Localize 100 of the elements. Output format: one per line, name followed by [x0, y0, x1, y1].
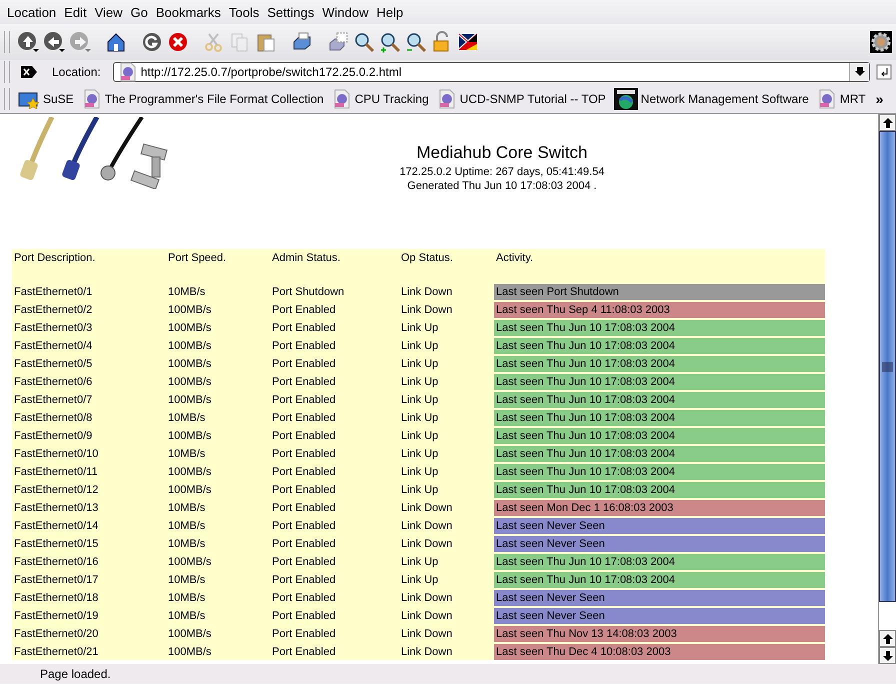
column-header: Port Description. — [13, 251, 96, 266]
menu-item[interactable]: Window — [318, 4, 372, 20]
scrollbar-thumb[interactable] — [879, 131, 896, 602]
flag-icon — [457, 31, 479, 53]
table-cell-text: FastEthernet0/14 — [13, 519, 100, 534]
url-field[interactable]: http://172.25.0.7/portprobe/switch172.25.0.2.html — [112, 62, 870, 82]
stop-icon — [167, 31, 189, 53]
table-cell-text: Port Enabled — [271, 357, 337, 372]
back-icon — [43, 31, 65, 53]
activity-cell: Last seen Thu Jun 10 17:08:03 2004 — [494, 554, 825, 570]
table-cell-text: FastEthernet0/6 — [13, 375, 94, 390]
bookmark-link[interactable]: The Programmer's File Format Collection — [82, 88, 324, 108]
table-cell-text: 100MB/s — [167, 627, 212, 642]
more-bookmarks-button[interactable]: » — [874, 90, 886, 106]
table-cell-text: FastEthernet0/2 — [13, 303, 94, 318]
column-header: Activity. — [495, 251, 534, 266]
table-cell-text: FastEthernet0/17 — [13, 573, 100, 588]
print-preview-icon — [327, 31, 349, 53]
table-cell-text: Link Up — [400, 393, 440, 408]
table-cell-text: 100MB/s — [167, 429, 212, 444]
column-header: Op Status. — [400, 251, 454, 266]
bookmark-link[interactable]: Network Management Software — [614, 88, 809, 110]
table-cell-text: FastEthernet0/16 — [13, 555, 100, 570]
home-icon — [105, 31, 127, 53]
table-cell-text: Port Enabled — [271, 645, 337, 660]
table-cell-text: Link Down — [400, 591, 454, 606]
table-cell-text: Port Enabled — [271, 537, 337, 552]
column-header: Port Speed. — [167, 251, 228, 266]
table-cell-text: FastEthernet0/15 — [13, 537, 100, 552]
table-cell-text: 100MB/s — [167, 393, 212, 408]
table-cell-text: Link Up — [400, 483, 440, 498]
menu-item[interactable]: Bookmarks — [152, 4, 225, 20]
table-cell-text: FastEthernet0/12 — [13, 483, 100, 498]
dropdown-button[interactable] — [849, 63, 869, 81]
bookmark-link[interactable]: UCD-SNMP Tutorial -- TOP — [436, 88, 606, 108]
activity-cell: Last seen Thu Jun 10 17:08:03 2004 — [494, 320, 825, 336]
table-cell-text: 10MB/s — [167, 537, 206, 552]
document-globe-icon — [82, 88, 102, 108]
menu-item[interactable]: Tools — [224, 4, 264, 20]
bookmark-link[interactable]: CPU Tracking — [332, 88, 429, 108]
table-cell-text: Port Enabled — [271, 465, 337, 480]
table-cell-text: 10MB/s — [167, 285, 206, 300]
menu-item[interactable]: Location — [3, 4, 60, 20]
table-cell-text: Link Up — [400, 573, 440, 588]
menu-item[interactable]: Settings — [263, 4, 318, 20]
scroll-up-button[interactable] — [879, 114, 896, 131]
uptime-text: 172.25.0.2 Uptime: 267 days, 05:41:49.54 — [400, 165, 604, 179]
forward-icon — [69, 31, 91, 53]
table-cell-text: Port Enabled — [271, 339, 337, 354]
go-icon[interactable] — [876, 64, 892, 80]
scroll-down-button[interactable] — [879, 647, 896, 664]
table-cell-text: Link Down — [400, 645, 454, 660]
activity-cell: Last seen Thu Jun 10 17:08:03 2004 — [494, 446, 825, 462]
activity-cell: Last seen Mon Dec 1 16:08:03 2003 — [494, 500, 825, 516]
scissors-icon — [203, 31, 225, 53]
table-cell-text: 100MB/s — [167, 555, 212, 570]
menu-item[interactable]: View — [90, 4, 127, 20]
table-cell-text: Port Enabled — [271, 429, 337, 444]
clear-location-icon[interactable] — [20, 65, 38, 79]
scroll-up-button[interactable] — [879, 630, 896, 647]
table-cell-text: Link Up — [400, 411, 440, 426]
up-arrow-icon — [882, 118, 892, 128]
table-cell-text: Link Up — [400, 375, 440, 390]
table-cell-text: 10MB/s — [167, 573, 206, 588]
bookmark-link[interactable]: MRT — [816, 88, 866, 108]
table-cell-text: 10MB/s — [167, 411, 206, 426]
activity-cell: Last seen Never Seen — [494, 608, 825, 624]
activity-cell: Last seen Thu Sep 4 11:08:03 2003 — [494, 302, 825, 318]
down-arrow-icon — [882, 650, 892, 660]
activity-cell: Last seen Never Seen — [494, 590, 825, 606]
table-cell-text: Link Up — [400, 429, 440, 444]
table-cell-text: FastEthernet0/7 — [13, 393, 94, 408]
table-cell-text: 10MB/s — [167, 447, 206, 462]
bookmark-link[interactable]: SuSE — [18, 88, 74, 108]
menu-item[interactable]: Help — [372, 4, 408, 20]
table-cell-text: FastEthernet0/8 — [13, 411, 94, 426]
activity-cell: Last seen Thu Jun 10 17:08:03 2004 — [494, 428, 825, 444]
gear-icon — [870, 31, 892, 53]
table-cell-text: 100MB/s — [167, 483, 212, 498]
table-cell-text: 10MB/s — [167, 609, 206, 624]
document-globe-icon — [332, 88, 352, 108]
table-cell-text: FastEthernet0/10 — [13, 447, 100, 462]
table-cell-text: Port Shutdown — [271, 285, 346, 300]
table-cell-text: Link Down — [400, 537, 454, 552]
table-cell-text: 10MB/s — [167, 591, 206, 606]
page-title: Mediahub Core Switch — [416, 143, 588, 163]
down-arrow-icon — [854, 67, 864, 77]
table-cell-text: Port Enabled — [271, 573, 337, 588]
activity-cell: Last seen Thu Jun 10 17:08:03 2004 — [494, 356, 825, 372]
table-cell-text: Link Down — [400, 285, 454, 300]
menu-item[interactable]: Edit — [60, 4, 91, 20]
table-cell-text: 10MB/s — [167, 501, 206, 516]
activity-cell: Last seen Thu Nov 13 14:08:03 2003 — [494, 626, 825, 642]
table-cell-text: Link Down — [400, 519, 454, 534]
menu-item[interactable]: Go — [126, 4, 152, 20]
table-cell-text: FastEthernet0/9 — [13, 429, 94, 444]
up-arrow-icon — [882, 634, 892, 644]
table-cell-text: 100MB/s — [167, 303, 212, 318]
table-cell-text: Port Enabled — [271, 501, 337, 516]
table-cell-text: Link Up — [400, 465, 440, 480]
